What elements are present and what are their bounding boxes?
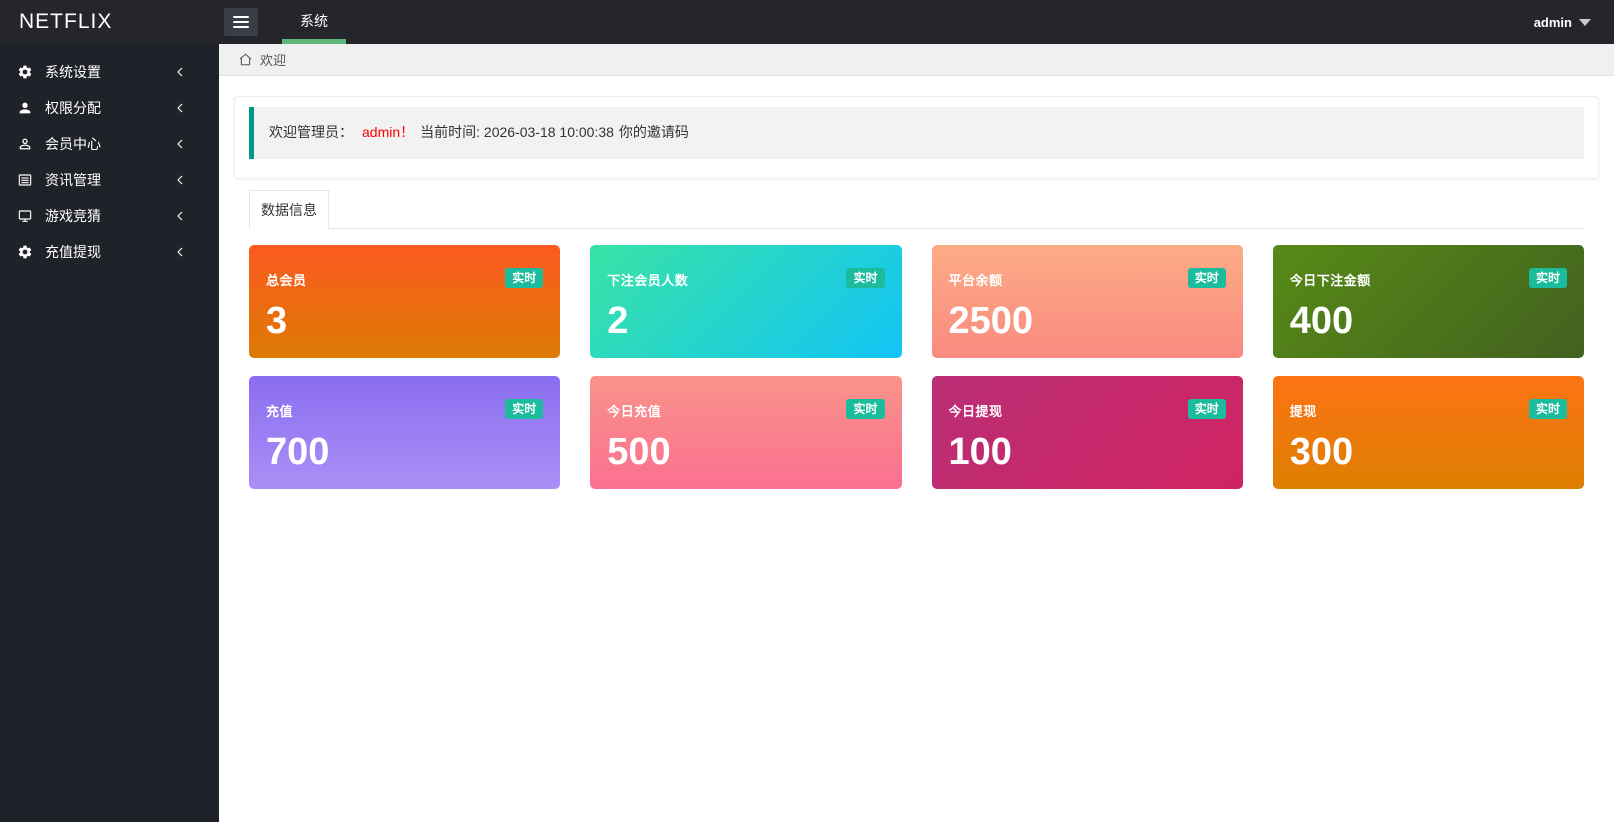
stat-card-today-withdraw: 今日提现 实时 100 bbox=[932, 376, 1243, 489]
app-logo: NETFLIX bbox=[0, 0, 219, 44]
stat-card-recharge: 充值 实时 700 bbox=[249, 376, 560, 489]
sidebar-item-member-center[interactable]: 会员中心 bbox=[0, 126, 219, 162]
chevron-left-icon bbox=[175, 101, 184, 115]
stat-card-platform-balance: 平台余额 实时 2500 bbox=[932, 245, 1243, 358]
realtime-badge: 实时 bbox=[505, 399, 543, 419]
chevron-left-icon bbox=[175, 65, 184, 79]
stat-card-label: 充值 bbox=[266, 401, 543, 420]
stat-card-total-members: 总会员 实时 3 bbox=[249, 245, 560, 358]
sidebar-item-label: 会员中心 bbox=[45, 134, 175, 154]
welcome-panel: 欢迎管理员： admin！ 当前时间: 2026-03-18 10:00:38 你的邀… bbox=[234, 96, 1599, 179]
user-menu[interactable]: admin bbox=[1534, 0, 1591, 44]
stat-card-betting-members: 下注会员人数 实时 2 bbox=[590, 245, 901, 358]
stat-card-label: 总会员 bbox=[266, 270, 543, 289]
stat-card-value: 700 bbox=[266, 433, 543, 471]
tab-system[interactable]: 系统 bbox=[282, 0, 346, 44]
welcome-time: 当前时间: 2026-03-18 10:00:38 bbox=[420, 124, 614, 140]
sidebar-item-label: 游戏竞猜 bbox=[45, 206, 175, 226]
topbar: 系统 admin bbox=[219, 0, 1614, 44]
data-tabbar: 数据信息 bbox=[249, 190, 1584, 229]
stat-card-label: 今日提现 bbox=[949, 401, 1226, 420]
stat-card-value: 2500 bbox=[949, 302, 1226, 340]
realtime-badge: 实时 bbox=[1188, 268, 1226, 288]
tab-system-label: 系统 bbox=[300, 13, 328, 29]
sidebar-item-label: 资讯管理 bbox=[45, 170, 175, 190]
stat-card-value: 3 bbox=[266, 302, 543, 340]
stat-card-label: 下注会员人数 bbox=[607, 270, 884, 289]
stat-card-today-recharge: 今日充值 实时 500 bbox=[590, 376, 901, 489]
welcome-blockquote: 欢迎管理员： admin！ 当前时间: 2026-03-18 10:00:38 你的邀… bbox=[249, 107, 1584, 159]
data-section: 数据信息 总会员 实时 3 下注会员人数 实时 2 平台余额 实时 2500 bbox=[249, 190, 1584, 489]
stat-card-value: 100 bbox=[949, 433, 1226, 471]
stat-card-withdraw: 提现 实时 300 bbox=[1273, 376, 1584, 489]
realtime-badge: 实时 bbox=[846, 399, 884, 419]
sidebar: NETFLIX 系统设置 权限分配 会员中心 bbox=[0, 0, 219, 822]
chevron-left-icon bbox=[175, 137, 184, 151]
main-area: 系统 admin 欢迎 欢迎管理员： admin！ 当前时间: 2026-03-18… bbox=[219, 0, 1614, 822]
stat-card-value: 300 bbox=[1290, 433, 1567, 471]
stat-card-today-bets: 今日下注金额 实时 400 bbox=[1273, 245, 1584, 358]
welcome-suffix: 你的邀请码 bbox=[619, 124, 689, 140]
content: 欢迎管理员： admin！ 当前时间: 2026-03-18 10:00:38 你的邀… bbox=[219, 76, 1614, 822]
stat-card-value: 400 bbox=[1290, 302, 1567, 340]
sidebar-item-game-guess[interactable]: 游戏竞猜 bbox=[0, 198, 219, 234]
sidebar-item-permissions[interactable]: 权限分配 bbox=[0, 90, 219, 126]
user-fill-icon bbox=[17, 100, 33, 116]
stat-card-value: 2 bbox=[607, 302, 884, 340]
realtime-badge: 实时 bbox=[846, 268, 884, 288]
stat-card-label: 提现 bbox=[1290, 401, 1567, 420]
realtime-badge: 实时 bbox=[1529, 399, 1567, 419]
news-icon bbox=[17, 172, 33, 188]
sidebar-menu: 系统设置 权限分配 会员中心 bbox=[0, 44, 219, 270]
sidebar-item-label: 系统设置 bbox=[45, 62, 175, 82]
breadcrumb-label[interactable]: 欢迎 bbox=[260, 50, 286, 69]
sidebar-item-news-management[interactable]: 资讯管理 bbox=[0, 162, 219, 198]
sidebar-item-label: 充值提现 bbox=[45, 242, 175, 262]
sidebar-item-label: 权限分配 bbox=[45, 98, 175, 118]
caret-down-icon bbox=[1579, 19, 1591, 26]
sidebar-item-system-settings[interactable]: 系统设置 bbox=[0, 54, 219, 90]
gear-icon bbox=[17, 64, 33, 80]
chevron-left-icon bbox=[175, 173, 184, 187]
stat-card-label: 今日充值 bbox=[607, 401, 884, 420]
username-label: admin bbox=[1534, 15, 1572, 30]
stat-card-label: 今日下注金额 bbox=[1290, 270, 1567, 289]
realtime-badge: 实时 bbox=[1529, 268, 1567, 288]
welcome-greeting: 欢迎管理员： bbox=[269, 124, 353, 140]
sidebar-item-recharge-withdraw[interactable]: 充值提现 bbox=[0, 234, 219, 270]
chevron-left-icon bbox=[175, 209, 184, 223]
realtime-badge: 实时 bbox=[1188, 399, 1226, 419]
stat-card-value: 500 bbox=[607, 433, 884, 471]
gear-icon bbox=[17, 244, 33, 260]
stats-cards: 总会员 实时 3 下注会员人数 实时 2 平台余额 实时 2500 今日下注金额… bbox=[249, 245, 1584, 489]
welcome-admin-name: admin！ bbox=[362, 124, 414, 140]
home-icon[interactable] bbox=[238, 52, 253, 67]
user-outline-icon bbox=[17, 136, 33, 152]
breadcrumb: 欢迎 bbox=[219, 44, 1614, 76]
realtime-badge: 实时 bbox=[505, 268, 543, 288]
stat-card-label: 平台余额 bbox=[949, 270, 1226, 289]
chevron-left-icon bbox=[175, 245, 184, 259]
tab-data-info[interactable]: 数据信息 bbox=[249, 190, 329, 230]
monitor-icon bbox=[17, 208, 33, 224]
menu-toggle-button[interactable] bbox=[224, 8, 258, 36]
